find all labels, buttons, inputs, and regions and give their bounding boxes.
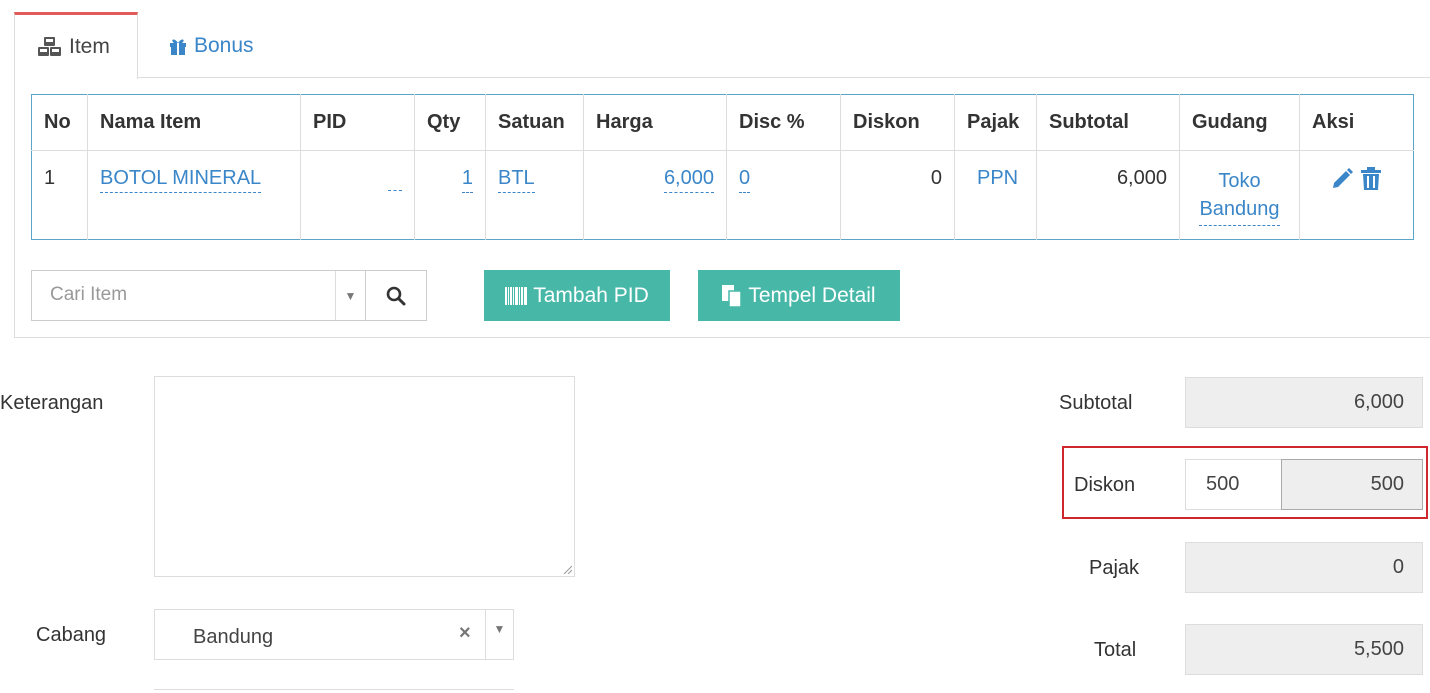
tab-bonus[interactable]: Bonus [168, 12, 254, 79]
col-header-subtotal: Subtotal [1036, 94, 1180, 151]
gift-icon [170, 39, 186, 55]
cell-nama-item: BOTOL MINERAL [87, 150, 301, 240]
cell-aksi [1300, 151, 1414, 240]
cell-no: 1 [31, 150, 88, 240]
col-header-nama-item: Nama Item [87, 94, 301, 151]
clear-icon[interactable]: × [459, 622, 471, 645]
table-header-row: No Nama Item PID Qty Satuan Harga Disc %… [31, 94, 1414, 151]
col-header-diskon: Diskon [840, 94, 955, 151]
harga-editable[interactable]: 6,000 [663, 167, 714, 193]
cubes-icon [38, 37, 61, 56]
col-header-pid: PID [300, 94, 415, 151]
tab-item-label: Item [69, 35, 110, 58]
trash-icon[interactable] [1360, 167, 1382, 191]
divider [154, 689, 514, 690]
tab-item[interactable]: Item [14, 12, 138, 79]
keterangan-label: Keterangan [0, 392, 104, 414]
satuan-editable[interactable]: BTL [498, 167, 535, 193]
cell-diskon: 0 [840, 150, 955, 240]
resize-handle-icon[interactable] [562, 564, 572, 574]
nama-item-editable[interactable]: BOTOL MINERAL [100, 167, 262, 193]
cell-subtotal: 6,000 [1036, 150, 1180, 240]
dropdown-caret-icon[interactable]: ▼ [485, 610, 513, 659]
summary-subtotal-label: Subtotal [1059, 392, 1133, 414]
paste-icon [722, 284, 743, 307]
tempel-detail-label: Tempel Detail [748, 283, 876, 307]
tempel-detail-button[interactable]: Tempel Detail [698, 270, 900, 321]
cabang-select[interactable]: Bandung × ▼ [154, 609, 514, 660]
col-header-disc-pct: Disc % [726, 94, 841, 151]
search-button[interactable] [365, 270, 427, 321]
keterangan-textarea[interactable] [154, 376, 575, 577]
cabang-label: Cabang [36, 624, 107, 646]
items-table: No Nama Item PID Qty Satuan Harga Disc %… [31, 94, 1414, 240]
disc-pct-editable[interactable]: 0 [739, 167, 751, 193]
cell-satuan: BTL [485, 150, 584, 240]
summary-diskon-label: Diskon [1074, 474, 1136, 496]
cell-gudang: Toko Bandung [1179, 150, 1300, 240]
search-item-select[interactable]: Cari Item ▼ [31, 270, 366, 321]
dropdown-caret-icon[interactable]: ▼ [335, 271, 365, 320]
summary-total-field: 5,500 [1185, 624, 1423, 675]
summary-pajak-field: 0 [1185, 542, 1423, 593]
tab-bonus-label: Bonus [194, 33, 254, 57]
tambah-pid-button[interactable]: Tambah PID [484, 270, 670, 321]
diskon-input[interactable]: 500 [1185, 459, 1282, 510]
cell-qty: 1 [414, 150, 486, 240]
col-header-aksi: Aksi [1299, 94, 1414, 151]
gudang-editable[interactable]: Toko Bandung [1199, 167, 1280, 226]
gudang-line1: Toko [1218, 170, 1261, 192]
col-header-pajak: Pajak [954, 94, 1037, 151]
col-header-no: No [31, 94, 88, 151]
cell-pid [300, 150, 415, 240]
search-placeholder: Cari Item [50, 284, 128, 305]
summary-total-label: Total [1094, 639, 1137, 661]
col-header-qty: Qty [414, 94, 486, 151]
pid-editable[interactable] [388, 167, 402, 191]
tambah-pid-label: Tambah PID [533, 283, 649, 307]
summary-pajak-label: Pajak [1089, 557, 1140, 579]
cell-disc-pct: 0 [726, 150, 841, 240]
cell-pajak[interactable]: PPN [954, 150, 1037, 240]
cabang-value: Bandung [193, 626, 274, 648]
qty-editable[interactable]: 1 [461, 167, 473, 193]
col-header-harga: Harga [583, 94, 727, 151]
tab-bar: Item Bonus [14, 12, 1430, 79]
gudang-line2: Bandung [1199, 198, 1280, 220]
diskon-value-field: 500 [1281, 459, 1423, 510]
table-row: 1 BOTOL MINERAL 1 BTL 6,000 0 0 PPN 6,00… [31, 150, 1414, 240]
col-header-gudang: Gudang [1179, 94, 1300, 151]
search-icon [386, 286, 406, 305]
summary-subtotal-field: 6,000 [1185, 377, 1423, 428]
cell-harga: 6,000 [583, 150, 727, 240]
pencil-icon[interactable] [1330, 167, 1354, 191]
barcode-icon [505, 286, 528, 305]
col-header-satuan: Satuan [485, 94, 584, 151]
